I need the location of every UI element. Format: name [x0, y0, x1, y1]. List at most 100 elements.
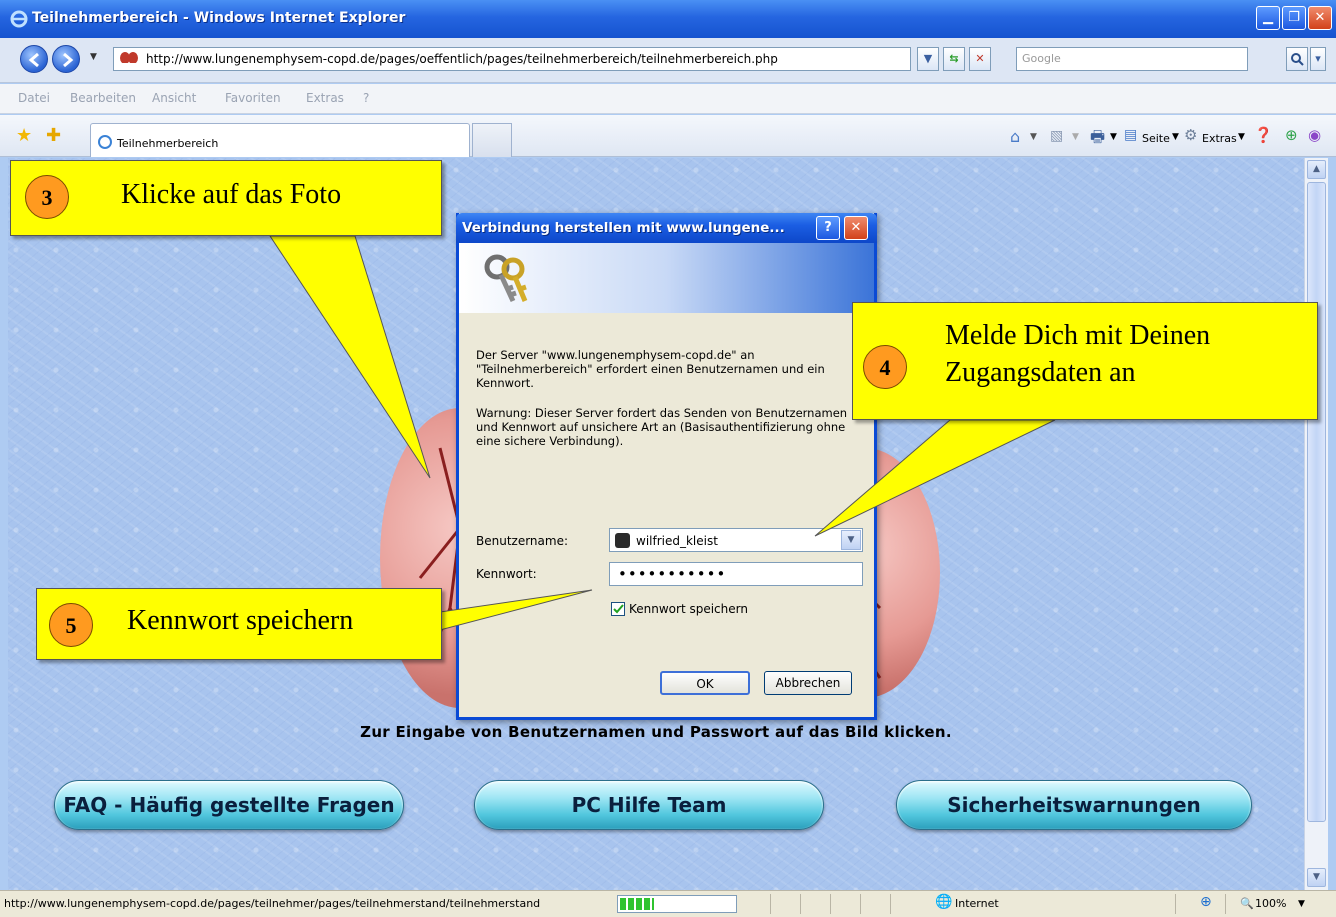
dialog-message-warning: Warnung: Dieser Server fordert das Sende… — [476, 406, 848, 448]
page-dropdown-icon[interactable]: ▼ — [1172, 132, 1179, 142]
username-combobox[interactable]: wilfried_kleist ▼ — [609, 528, 863, 552]
dialog-banner — [459, 243, 874, 313]
address-toolbar: ▼ http://www.lungenemphysem-copd.de/page… — [0, 38, 1336, 83]
dialog-message-server: Der Server "www.lungenemphysem-copd.de" … — [476, 348, 825, 390]
stop-button[interactable]: ✕ — [969, 47, 991, 71]
menu-edit[interactable]: Bearbeiten — [70, 91, 136, 105]
page-progress-bar — [617, 895, 737, 913]
callout-3: 3 Klicke auf das Foto — [10, 160, 442, 236]
password-field[interactable]: ••••••••••• — [609, 562, 863, 586]
window-titlebar[interactable]: Teilnehmerbereich - Windows Internet Exp… — [0, 0, 1336, 38]
search-input[interactable]: Google — [1016, 47, 1248, 71]
tab-teilnehmerbereich[interactable]: Teilnehmerbereich — [90, 123, 470, 157]
faq-button[interactable]: FAQ - Häufig gestellte Fragen — [54, 780, 404, 830]
address-dropdown-button[interactable]: ▼ — [917, 47, 939, 71]
scroll-down-button[interactable]: ▼ — [1307, 868, 1326, 887]
print-icon[interactable]: 🖶 — [1090, 126, 1105, 153]
zoom-icon[interactable]: 🔍 — [1240, 897, 1254, 910]
search-placeholder: Google — [1022, 52, 1061, 65]
dialog-help-button[interactable]: ? — [816, 216, 840, 240]
add-favorite-icon[interactable]: ✚ — [46, 125, 61, 146]
tools-dropdown-icon[interactable]: ▼ — [1238, 132, 1245, 142]
print-dropdown-icon[interactable]: ▼ — [1110, 132, 1117, 142]
status-divider — [830, 894, 831, 914]
forward-button[interactable] — [52, 45, 80, 73]
favorites-star-icon[interactable]: ★ — [16, 125, 32, 146]
username-label: Benutzername: — [476, 534, 569, 548]
feeds-icon[interactable]: ▧ — [1050, 128, 1063, 144]
menu-help[interactable]: ? — [363, 91, 369, 105]
callout-3-badge: 3 — [25, 175, 69, 219]
dialog-titlebar[interactable]: Verbindung herstellen mit www.lungene...… — [456, 213, 877, 243]
back-button[interactable] — [20, 45, 48, 73]
close-window-button[interactable]: ✕ — [1308, 6, 1332, 30]
ok-button[interactable]: OK — [660, 671, 750, 695]
user-icon — [615, 533, 630, 548]
window-title: Teilnehmerbereich - Windows Internet Exp… — [32, 10, 406, 26]
search-button[interactable] — [1286, 47, 1308, 71]
menu-file[interactable]: Datei — [18, 91, 50, 105]
addon-icon[interactable]: ⊕ — [1285, 126, 1298, 144]
menu-tools[interactable]: Extras — [306, 91, 344, 105]
callout-4: 4 Melde Dich mit Deinen Zugangsdaten an — [852, 302, 1318, 420]
callout-4-text: Melde Dich mit Deinen Zugangsdaten an — [945, 320, 1211, 388]
progress-fill — [620, 898, 654, 910]
security-zone-label: Internet — [955, 897, 999, 910]
dialog-close-button[interactable]: ✕ — [844, 216, 868, 240]
help-icon[interactable]: ❓ — [1254, 126, 1273, 144]
address-input[interactable]: http://www.lungenemphysem-copd.de/pages/… — [113, 47, 911, 71]
username-dropdown-button[interactable]: ▼ — [841, 530, 861, 550]
refresh-button[interactable]: ⇆ — [943, 47, 965, 71]
tab-toolbar: ★ ✚ Teilnehmerbereich ⌂ ▼ ▧ ▼ 🖶 ▼ ▤ Seit… — [0, 115, 1336, 157]
vertical-scrollbar[interactable]: ▲ ▼ — [1304, 158, 1328, 890]
tab-label: Teilnehmerbereich — [117, 137, 219, 150]
zoom-dropdown-icon[interactable]: ▼ — [1298, 899, 1305, 909]
address-url: http://www.lungenemphysem-copd.de/pages/… — [146, 52, 778, 66]
checkmark-icon — [613, 604, 624, 614]
status-divider — [1225, 894, 1226, 914]
status-divider — [770, 894, 771, 914]
username-value: wilfried_kleist — [636, 534, 718, 548]
page-menu-button[interactable]: Seite — [1142, 132, 1170, 145]
status-divider — [890, 894, 891, 914]
history-dropdown-icon[interactable]: ▼ — [90, 52, 97, 62]
minimize-button[interactable]: ▁ — [1256, 6, 1280, 30]
sicherheitswarnungen-button[interactable]: Sicherheitswarnungen — [896, 780, 1252, 830]
zoom-level[interactable]: 100% — [1255, 897, 1286, 910]
copd-site-icon — [118, 51, 140, 68]
login-dialog: Verbindung herstellen mit www.lungene...… — [456, 213, 877, 720]
menu-view[interactable]: Ansicht — [152, 91, 196, 105]
feeds-dropdown-icon[interactable]: ▼ — [1072, 132, 1079, 142]
status-divider — [800, 894, 801, 914]
remember-password-label[interactable]: Kennwort speichern — [629, 602, 748, 616]
home-dropdown-icon[interactable]: ▼ — [1030, 132, 1037, 142]
callout-5-text: Kennwort speichern — [127, 605, 354, 636]
search-options-button[interactable]: ▾ — [1310, 47, 1326, 71]
new-tab-button[interactable] — [472, 123, 512, 157]
keys-icon — [484, 254, 528, 303]
status-divider — [860, 894, 861, 914]
password-label: Kennwort: — [476, 567, 537, 581]
maximize-button[interactable]: ❐ — [1282, 6, 1306, 30]
scroll-up-button[interactable]: ▲ — [1307, 160, 1326, 179]
cancel-button[interactable]: Abbrechen — [764, 671, 852, 695]
internet-explorer-icon — [10, 10, 28, 28]
remember-password-checkbox[interactable] — [611, 602, 625, 616]
research-icon[interactable]: ◉ — [1308, 126, 1321, 144]
menu-favorites[interactable]: Favoriten — [225, 91, 281, 105]
tools-gear-icon: ⚙ — [1184, 126, 1198, 144]
callout-3-text: Klicke auf das Foto — [121, 179, 342, 210]
callout-5: 5 Kennwort speichern — [36, 588, 442, 660]
password-value: ••••••••••• — [618, 565, 727, 583]
status-url: http://www.lungenemphysem-copd.de/pages/… — [4, 897, 541, 910]
pc-hilfe-team-button[interactable]: PC Hilfe Team — [474, 780, 824, 830]
page-caption: Zur Eingabe von Benutzernamen und Passwo… — [360, 723, 952, 741]
home-icon[interactable]: ⌂ — [1010, 127, 1020, 146]
menu-bar: Datei Bearbeiten Ansicht Favoriten Extra… — [0, 84, 1336, 114]
protected-mode-icon[interactable]: ⊕ — [1200, 894, 1212, 910]
callout-4-badge: 4 — [863, 345, 907, 389]
status-bar: http://www.lungenemphysem-copd.de/pages/… — [0, 890, 1336, 917]
tools-menu-button[interactable]: Extras — [1202, 132, 1237, 145]
scroll-thumb[interactable] — [1307, 182, 1326, 822]
search-icon — [1291, 53, 1304, 66]
